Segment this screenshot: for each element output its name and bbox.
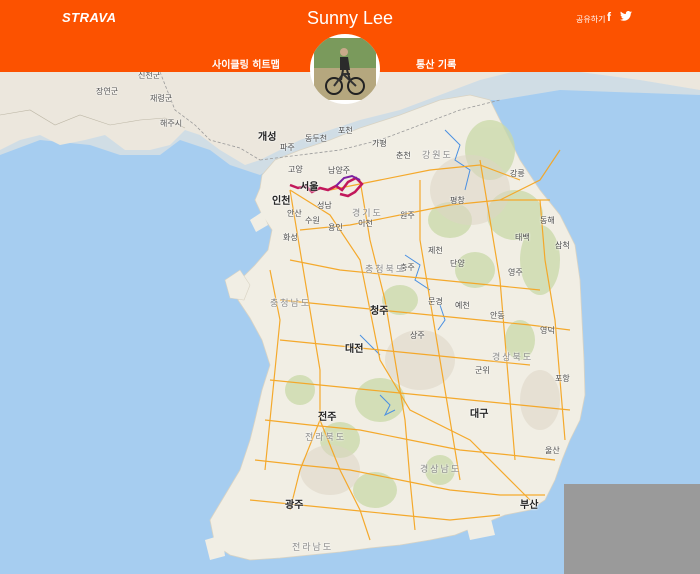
map-label-north-9: 가평 xyxy=(372,139,387,148)
place-3: 용인 xyxy=(328,223,343,232)
place-10: 태백 xyxy=(515,233,530,242)
place-9: 삼척 xyxy=(555,241,570,250)
region-jeonbuk: 전라북도 xyxy=(305,433,347,443)
map-label-north-12: 춘천 xyxy=(396,151,411,160)
city-jeonju: 전주 xyxy=(318,412,337,423)
map-label-north-10: 고양 xyxy=(288,165,303,174)
map-label-north-2: 장연군 xyxy=(96,87,119,96)
place-12: 제천 xyxy=(428,246,443,255)
city-suwon: 수원 xyxy=(305,216,320,225)
region-gangwon: 강원도 xyxy=(422,151,453,161)
place-16: 상주 xyxy=(410,331,425,340)
region-chungnam: 충청남도 xyxy=(270,299,312,309)
share-label: 공유하기 xyxy=(576,15,606,24)
city-daejeon: 대전 xyxy=(345,344,364,355)
city-seoul: 서울 xyxy=(300,182,319,193)
region-gyeongnam: 경상남도 xyxy=(420,465,462,475)
map-label-north-7: 동두천 xyxy=(305,134,328,143)
place-1: 안산 xyxy=(287,209,302,218)
place-15: 문경 xyxy=(428,297,443,306)
map-label-north-8: 포천 xyxy=(338,126,353,135)
place-7: 강릉 xyxy=(510,169,525,178)
city-pohang: 포항 xyxy=(555,374,570,383)
region-chungbuk: 충청북도 xyxy=(365,265,407,275)
place-19: 영덕 xyxy=(540,326,555,335)
place-13: 단양 xyxy=(450,259,465,268)
map-label-north-5: 개성 xyxy=(258,132,277,143)
region-gyeongbuk: 경상북도 xyxy=(492,353,534,363)
city-daegu: 대구 xyxy=(470,409,489,420)
nav-records[interactable]: 통산 기록 xyxy=(416,56,456,71)
place-14: 영주 xyxy=(508,268,523,277)
place-5: 원주 xyxy=(400,211,415,220)
city-ulsan: 울산 xyxy=(545,446,560,455)
city-cheongju: 청주 xyxy=(370,306,389,317)
place-2: 화성 xyxy=(283,233,298,242)
map-label-north-3: 재령군 xyxy=(150,94,173,103)
city-seongnam: 성남 xyxy=(317,201,332,210)
city-incheon: 인천 xyxy=(272,196,291,207)
map-label-north-11: 남양주 xyxy=(328,166,351,175)
city-gwangju: 광주 xyxy=(285,500,304,511)
twitter-icon[interactable] xyxy=(620,11,632,21)
map-tile-placeholder xyxy=(564,484,700,574)
city-busan: 부산 xyxy=(520,500,539,511)
facebook-icon[interactable]: f xyxy=(607,10,611,24)
nav-heatmap[interactable]: 사이클링 히트맵 xyxy=(212,56,280,71)
map-label-north-6: 파주 xyxy=(280,143,295,152)
place-20: 군위 xyxy=(475,366,490,375)
avatar[interactable] xyxy=(310,34,380,104)
place-17: 안동 xyxy=(490,311,505,320)
place-18: 예천 xyxy=(455,301,470,310)
place-8: 동해 xyxy=(540,216,555,225)
place-6: 평창 xyxy=(450,196,465,205)
region-gyeonggi: 경기도 xyxy=(352,209,383,219)
place-4: 이천 xyxy=(358,219,373,228)
map-label-north-4: 해주시 xyxy=(160,119,183,128)
region-jeonnam: 전라남도 xyxy=(292,543,334,553)
